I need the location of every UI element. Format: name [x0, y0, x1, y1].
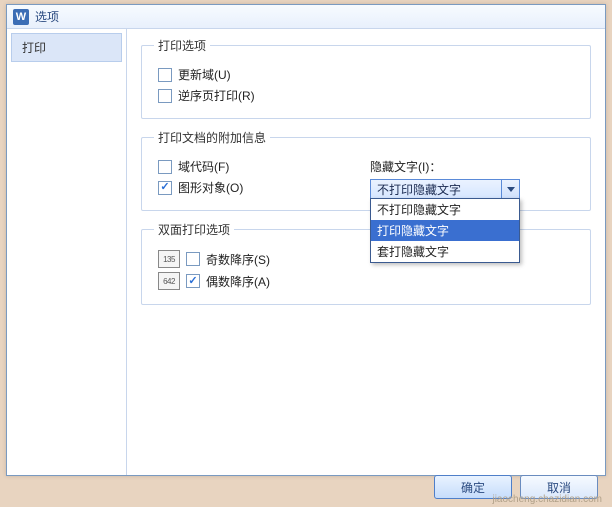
- row-field-codes[interactable]: 域代码(F): [158, 158, 366, 175]
- checkbox-odd-desc[interactable]: [186, 252, 200, 266]
- checkbox-even-desc[interactable]: [186, 274, 200, 288]
- combo-hidden-text[interactable]: 不打印隐藏文字: [370, 179, 520, 199]
- group-duplex: 双面打印选项 135 奇数降序(S) 642 偶数降序(A): [141, 221, 591, 305]
- window-title: 选项: [35, 8, 59, 25]
- sidebar: 打印: [7, 29, 127, 475]
- row-even-desc[interactable]: 642 偶数降序(A): [158, 272, 578, 290]
- sidebar-item-print[interactable]: 打印: [11, 33, 122, 62]
- option-hidden-2[interactable]: 套打隐藏文字: [371, 241, 519, 262]
- titlebar: W 选项: [7, 5, 605, 29]
- group-print-options: 打印选项 更新域(U) 逆序页打印(R): [141, 37, 591, 119]
- label-field-codes: 域代码(F): [178, 158, 229, 175]
- combo-hidden-text-value: 不打印隐藏文字: [377, 181, 461, 198]
- label-drawings: 图形对象(O): [178, 179, 243, 196]
- main-panel: 打印选项 更新域(U) 逆序页打印(R) 打印文档的附加信息 域代码(F): [127, 29, 605, 475]
- checkbox-field-codes[interactable]: [158, 160, 172, 174]
- chevron-down-icon[interactable]: [501, 180, 519, 198]
- label-reverse-pages: 逆序页打印(R): [178, 87, 255, 104]
- options-dialog: W 选项 打印 打印选项 更新域(U) 逆序页打印(R) 打印文档的附加信息: [6, 4, 606, 476]
- label-update-fields: 更新域(U): [178, 66, 231, 83]
- checkbox-reverse-pages[interactable]: [158, 89, 172, 103]
- label-hidden-text: 隐藏文字(I)：: [370, 158, 578, 175]
- dialog-body: 打印 打印选项 更新域(U) 逆序页打印(R) 打印文档的附加信息: [7, 29, 605, 475]
- legend-duplex: 双面打印选项: [154, 221, 234, 238]
- group-doc-info: 打印文档的附加信息 域代码(F) 图形对象(O) 隐藏文字(I)：: [141, 129, 591, 211]
- row-drawings[interactable]: 图形对象(O): [158, 179, 366, 196]
- legend-doc-info: 打印文档的附加信息: [154, 129, 270, 146]
- legend-print-options: 打印选项: [154, 37, 210, 54]
- option-hidden-0[interactable]: 不打印隐藏文字: [371, 199, 519, 220]
- checkbox-drawings[interactable]: [158, 181, 172, 195]
- watermark: jiaocheng.chazidian.com: [492, 494, 602, 505]
- row-update-fields[interactable]: 更新域(U): [158, 66, 578, 83]
- page-order-even-icon: 642: [158, 272, 180, 290]
- label-odd-desc: 奇数降序(S): [206, 251, 270, 268]
- page-order-odd-icon: 135: [158, 250, 180, 268]
- checkbox-update-fields[interactable]: [158, 68, 172, 82]
- label-even-desc: 偶数降序(A): [206, 273, 270, 290]
- row-reverse-pages[interactable]: 逆序页打印(R): [158, 87, 578, 104]
- app-icon: W: [13, 9, 29, 25]
- option-hidden-1[interactable]: 打印隐藏文字: [371, 220, 519, 241]
- dropdown-hidden-text[interactable]: 不打印隐藏文字 打印隐藏文字 套打隐藏文字: [370, 198, 520, 263]
